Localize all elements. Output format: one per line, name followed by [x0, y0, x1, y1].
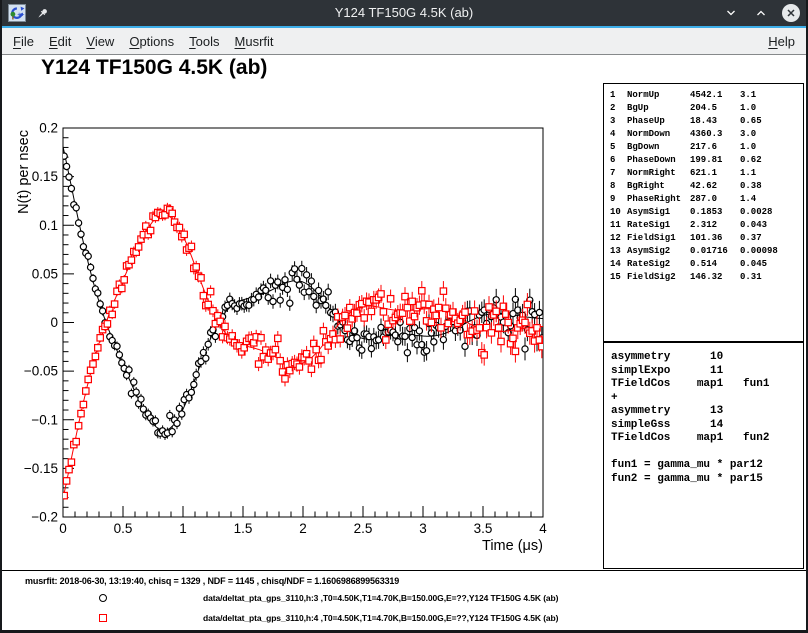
x-tick-label: 1 — [179, 521, 187, 536]
param-row: 6PhaseDown199.810.62 — [604, 154, 803, 167]
close-button[interactable] — [782, 4, 800, 22]
x-axis-title: Time (μs) — [482, 538, 543, 554]
menubar: File Edit View Options Tools Musrfit Hel… — [2, 28, 806, 55]
legend-circle-marker — [99, 594, 107, 602]
series-up-fit-line — [63, 147, 543, 431]
x-tick-label: 2.5 — [354, 521, 373, 536]
param-row: 10AsymSig10.18530.0028 — [604, 206, 803, 219]
maximize-button[interactable] — [752, 4, 770, 22]
y-tick-label: −0.2 — [31, 510, 58, 525]
param-row: 9PhaseRight287.01.4 — [604, 193, 803, 206]
x-tick-label: 2 — [299, 521, 307, 536]
x-tick-label: 4 — [539, 521, 547, 536]
musrview-window: ++ Y124 TF150G 4.5K (ab) — [0, 0, 808, 633]
fit-info-line: musrfit: 2018-06-30, 13:19:40, chisq = 1… — [25, 576, 399, 586]
y-tick-label: 0.15 — [32, 169, 58, 184]
param-row: 12FieldSig1101.360.37 — [604, 232, 803, 245]
param-row: 4NormDown4360.33.0 — [604, 128, 803, 141]
minimize-button[interactable] — [722, 4, 740, 22]
param-row: 2BgUp204.51.0 — [604, 102, 803, 115]
menu-view[interactable]: View — [84, 33, 116, 50]
legend-row-down: data/deltat_pta_gps_3110,h:4 ,T0=4.50K,T… — [2, 612, 806, 626]
svg-text:++: ++ — [17, 13, 25, 19]
y-tick-label: 0.2 — [39, 121, 58, 136]
param-row: 13AsymSig20.017160.00098 — [604, 245, 803, 258]
menu-tools[interactable]: Tools — [187, 33, 221, 50]
plot-frame — [63, 128, 543, 517]
param-row: 15FieldSig2146.320.31 — [604, 271, 803, 284]
statusbar: musrfit: 2018-06-30, 13:19:40, chisq = 1… — [2, 570, 806, 630]
x-tick-label: 1.5 — [234, 521, 253, 536]
param-row: 5BgDown217.61.0 — [604, 141, 803, 154]
menu-file[interactable]: File — [11, 33, 36, 50]
menu-edit[interactable]: Edit — [47, 33, 73, 50]
y-axis: 0.2 0.15 0.1 0.05 0 −0.05 −0.1 −0.15 −0.2 N(t) pe… — [16, 121, 74, 525]
x-tick-label: 3 — [419, 521, 427, 536]
legend-square-marker — [99, 614, 107, 622]
param-row: 7NormRight621.11.1 — [604, 167, 803, 180]
y-axis-title: N(t) per nsec — [16, 130, 32, 214]
x-axis: 0 0.5 1 1.5 2 2.5 3 3.5 4 Time (μs) — [59, 506, 547, 554]
theory-text: asymmetry 10 simplExpo 11 TFieldCos map1… — [611, 351, 803, 486]
legend-row-up: data/deltat_pta_gps_3110,h:3 ,T0=4.50K,T… — [2, 592, 806, 606]
param-row: 14RateSig20.5140.045 — [604, 258, 803, 271]
y-tick-label: 0 — [50, 315, 58, 330]
legend-label-up: data/deltat_pta_gps_3110,h:3 ,T0=4.50K,T… — [203, 593, 558, 603]
y-tick-label: −0.1 — [31, 412, 58, 427]
x-tick-label: 0 — [59, 521, 67, 536]
window-title: Y124 TF150G 4.5K (ab) — [122, 0, 686, 26]
pushpin-icon[interactable] — [36, 7, 49, 20]
x-tick-label: 3.5 — [474, 521, 493, 536]
legend-label-down: data/deltat_pta_gps_3110,h:4 ,T0=4.50K,T… — [203, 613, 558, 623]
y-tick-label: 0.1 — [39, 218, 58, 233]
param-row: 11RateSig12.3120.043 — [604, 219, 803, 232]
x-tick-label: 0.5 — [114, 521, 133, 536]
root-app-icon: ++ — [8, 4, 26, 22]
theory-box: asymmetry 10 simplExpo 11 TFieldCos map1… — [603, 342, 804, 569]
param-row: 8BgRight42.620.38 — [604, 180, 803, 193]
root-canvas[interactable]: Y124 TF150G 4.5K (ab) 00.511.522.533.54T… — [2, 55, 806, 570]
fit-parameters-box: 1NormUp4542.13.12BgUp204.51.03PhaseUp18.… — [603, 83, 804, 342]
series-down — [61, 203, 545, 500]
menu-options[interactable]: Options — [127, 33, 176, 50]
y-tick-label: 0.05 — [32, 266, 58, 281]
titlebar: ++ Y124 TF150G 4.5K (ab) — [2, 0, 806, 26]
y-tick-label: −0.15 — [24, 461, 58, 476]
menu-help[interactable]: Help — [766, 33, 797, 50]
series-up — [61, 147, 545, 440]
param-row: 1NormUp4542.13.1 — [604, 89, 803, 102]
menu-musrfit[interactable]: Musrfit — [233, 33, 276, 50]
param-row: 3PhaseUp18.430.65 — [604, 115, 803, 128]
y-tick-label: −0.05 — [24, 364, 58, 379]
